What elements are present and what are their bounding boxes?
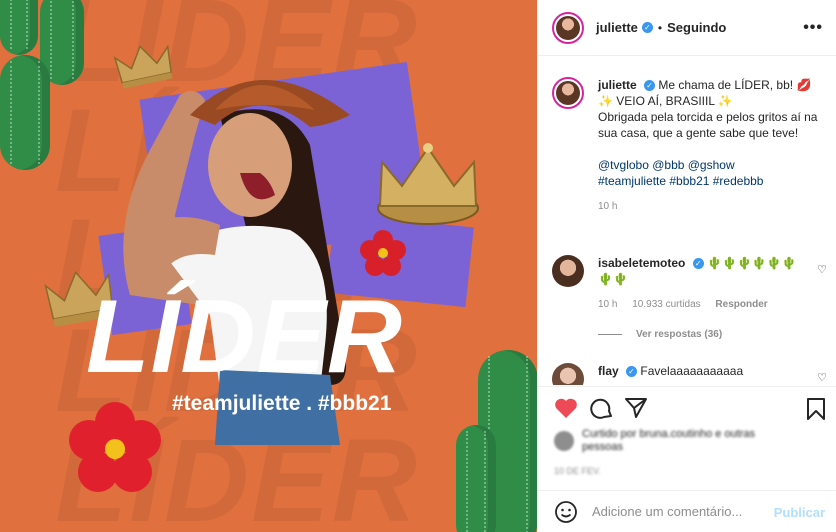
caption-hashtags[interactable]: #teamjuliette #bbb21 #redebbb bbox=[598, 174, 763, 188]
cactus-decoration bbox=[0, 55, 50, 170]
verified-badge-icon: ✓ bbox=[644, 80, 656, 91]
verified-badge-icon: ✓ bbox=[626, 366, 638, 377]
caption-line2: VEIO AÍ, BRASIIIL bbox=[616, 94, 715, 108]
view-replies-label: Ver respostas (36) bbox=[636, 329, 723, 340]
comment-input[interactable] bbox=[592, 504, 762, 519]
comment-text: Favelaaaaaaaaaaa bbox=[640, 364, 744, 378]
lips-icon: 💋 bbox=[796, 78, 812, 92]
cactus-decoration bbox=[0, 0, 38, 55]
post-header: juliette ✓ • Seguindo ••• bbox=[538, 0, 836, 56]
username-link[interactable]: juliette bbox=[596, 20, 638, 35]
cactus-decoration bbox=[456, 425, 496, 532]
comment-username[interactable]: isabeletemoteo bbox=[598, 256, 685, 270]
avatar[interactable] bbox=[552, 255, 584, 287]
sparkle-icon: ✨ bbox=[717, 94, 733, 108]
reply-button[interactable]: Responder bbox=[715, 299, 767, 310]
image-hashtags: #teamjuliette . #bbb21 bbox=[172, 392, 392, 415]
lider-title: LÍDER bbox=[86, 279, 403, 395]
crown-icon bbox=[113, 44, 173, 89]
caption-mentions[interactable]: @tvglobo @bbb @gshow bbox=[598, 158, 735, 172]
share-icon[interactable] bbox=[624, 397, 648, 419]
post-caption: juliette ✓ Me chama de LÍDER, bb! 💋 ✨ VE… bbox=[552, 77, 827, 215]
comment-icon[interactable] bbox=[590, 397, 614, 421]
comment-item: flay ✓ Favelaaaaaaaaaaa ♡ bbox=[552, 363, 827, 385]
comments-area[interactable]: juliette ✓ Me chama de LÍDER, bb! 💋 ✨ VE… bbox=[538, 57, 836, 385]
flower-icon bbox=[69, 402, 161, 492]
bookmark-icon[interactable] bbox=[806, 397, 826, 421]
instagram-post: LÍDER LÍDER LÍDER LÍDER LÍDER bbox=[0, 0, 836, 532]
avatar[interactable] bbox=[552, 363, 584, 385]
caption-line3: Obrigada pela torcida e pelos gritos aí … bbox=[598, 110, 818, 140]
comment-item: isabeletemoteo ✓ 🌵🌵🌵🌵🌵🌵🌵🌵 10 h 10.933 cu… bbox=[552, 255, 827, 313]
add-comment-bar: Publicar bbox=[538, 490, 836, 532]
caption-username[interactable]: juliette bbox=[598, 78, 637, 92]
more-horizontal-icon[interactable]: ••• bbox=[803, 19, 823, 37]
publish-button[interactable]: Publicar bbox=[774, 505, 825, 520]
action-bar bbox=[538, 386, 836, 430]
heart-outline-icon[interactable]: ♡ bbox=[817, 371, 827, 384]
comment-likes[interactable]: 10.933 curtidas bbox=[632, 299, 700, 310]
likes-summary[interactable]: Curtido por bruna.coutinho e outras pess… bbox=[554, 428, 782, 454]
sparkle-icon: ✨ bbox=[598, 94, 613, 108]
comment-time[interactable]: 10 h bbox=[598, 299, 617, 310]
separator-dot: • bbox=[657, 20, 663, 35]
comment-username[interactable]: flay bbox=[598, 364, 619, 378]
crown-icon bbox=[377, 143, 479, 225]
view-replies-button[interactable]: Ver respostas (36) bbox=[598, 329, 722, 340]
likes-text: Curtido por bruna.coutinho e outras pess… bbox=[582, 428, 756, 453]
verified-badge-icon: ✓ bbox=[692, 258, 704, 269]
post-sidebar: juliette ✓ • Seguindo ••• juliette ✓ Me … bbox=[537, 0, 836, 532]
heart-icon[interactable] bbox=[554, 397, 578, 419]
heart-outline-icon[interactable]: ♡ bbox=[817, 263, 827, 276]
avatar[interactable] bbox=[552, 77, 584, 109]
avatar bbox=[554, 431, 574, 451]
post-image[interactable]: LÍDER LÍDER LÍDER LÍDER LÍDER bbox=[0, 0, 537, 532]
emoji-icon[interactable] bbox=[554, 500, 578, 524]
follow-status-button[interactable]: Seguindo bbox=[667, 20, 726, 35]
flower-icon bbox=[360, 230, 406, 276]
caption-line1: Me chama de LÍDER, bb! bbox=[658, 78, 794, 92]
caption-time[interactable]: 10 h bbox=[598, 199, 826, 215]
verified-badge-icon: ✓ bbox=[641, 22, 653, 33]
post-date[interactable]: 10 DE FEV. bbox=[554, 466, 601, 476]
avatar[interactable] bbox=[552, 11, 584, 44]
